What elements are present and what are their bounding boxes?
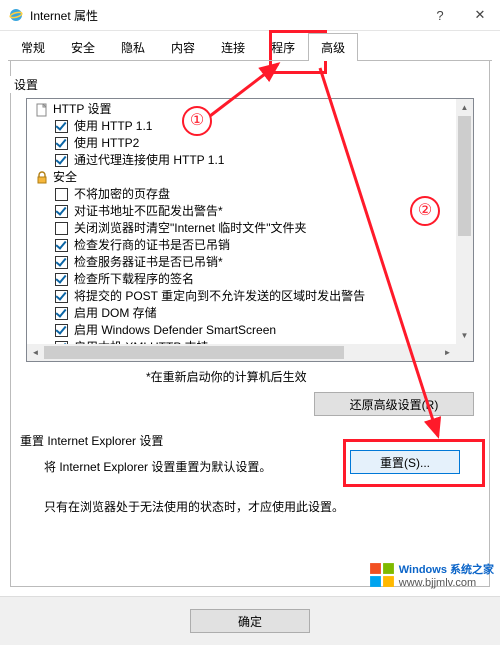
checkbox[interactable] — [55, 205, 68, 218]
page-icon — [35, 103, 49, 117]
window-title: Internet 属性 — [30, 7, 98, 24]
scrollbar-corner — [456, 344, 473, 361]
checkbox[interactable] — [55, 324, 68, 337]
tree-check-item[interactable]: 启用 DOM 存储 — [31, 305, 456, 322]
scroll-up-button[interactable]: ▲ — [456, 99, 473, 116]
vertical-scrollbar[interactable]: ▲ ▼ — [456, 99, 473, 344]
tree-node: HTTP 设置 — [31, 101, 456, 118]
tree-item-label: 对证书地址不匹配发出警告* — [74, 203, 223, 220]
tree-item-label: 启用 DOM 存储 — [74, 305, 157, 322]
tree-item-label: 使用 HTTP2 — [74, 135, 139, 152]
tab-programs[interactable]: 程序 — [258, 33, 308, 61]
close-button[interactable]: ✕ — [460, 0, 500, 30]
tree-item-label: 将提交的 POST 重定向到不允许发送的区域时发出警告 — [74, 288, 365, 305]
tree-check-item[interactable]: 检查服务器证书是否已吊销* — [31, 254, 456, 271]
checkbox[interactable] — [55, 290, 68, 303]
close-icon: ✕ — [475, 7, 486, 23]
tree-check-item[interactable]: 不将加密的页存盘 — [31, 186, 456, 203]
tree-check-item[interactable]: 将提交的 POST 重定向到不允许发送的区域时发出警告 — [31, 288, 456, 305]
checkbox[interactable] — [55, 273, 68, 286]
tree-item-label: 关闭浏览器时清空"Internet 临时文件"文件夹 — [74, 220, 307, 237]
settings-group-label: 设置 — [10, 76, 42, 93]
tree-check-item[interactable]: 启用 Windows Defender SmartScreen — [31, 322, 456, 339]
checkbox[interactable] — [55, 307, 68, 320]
tree-item-label: 使用 HTTP 1.1 — [74, 118, 152, 135]
tree-item-label: HTTP 设置 — [53, 101, 111, 118]
ok-button[interactable]: 确定 — [190, 609, 310, 633]
tab-security[interactable]: 安全 — [58, 33, 108, 61]
tree-check-item[interactable]: 检查所下载程序的签名 — [31, 271, 456, 288]
tree-item-label: 通过代理连接使用 HTTP 1.1 — [74, 152, 224, 169]
tree-item-label: 不将加密的页存盘 — [74, 186, 170, 203]
checkbox[interactable] — [55, 188, 68, 201]
dialog-buttons: 确定 — [0, 596, 500, 645]
tree-item-label: 检查所下载程序的签名 — [74, 271, 194, 288]
watermark-url: www.bjjmlv.com — [399, 577, 476, 589]
tab-advanced[interactable]: 高级 — [308, 33, 358, 61]
watermark: Windows 系统之家 www.bjjmlv.com — [369, 561, 494, 589]
tab-privacy[interactable]: 隐私 — [108, 33, 158, 61]
tree-check-item[interactable]: 检查发行商的证书是否已吊销 — [31, 237, 456, 254]
tab-general[interactable]: 常规 — [8, 33, 58, 61]
tree-item-label: 安全 — [53, 169, 77, 186]
reset-group-label: 重置 Internet Explorer 设置 — [20, 432, 163, 449]
checkbox[interactable] — [55, 239, 68, 252]
titlebar: Internet 属性 ? ✕ — [0, 0, 500, 31]
settings-listbox[interactable]: HTTP 设置使用 HTTP 1.1使用 HTTP2通过代理连接使用 HTTP … — [26, 98, 474, 362]
watermark-title: Windows 系统之家 — [399, 564, 494, 576]
checkbox[interactable] — [55, 120, 68, 133]
restart-note: *在重新启动你的计算机后生效 — [146, 368, 307, 385]
lock-icon — [35, 171, 49, 185]
tree-check-item[interactable]: 关闭浏览器时清空"Internet 临时文件"文件夹 — [31, 220, 456, 237]
tree-check-item[interactable]: 使用 HTTP2 — [31, 135, 456, 152]
tree-check-item[interactable]: 对证书地址不匹配发出警告* — [31, 203, 456, 220]
restore-advanced-button[interactable]: 还原高级设置(R) — [314, 392, 474, 416]
tab-strip: 常规 安全 隐私 内容 连接 程序 高级 — [0, 31, 500, 61]
checkbox[interactable] — [55, 256, 68, 269]
tree-item-label: 检查服务器证书是否已吊销* — [74, 254, 223, 271]
reset-warning: 只有在浏览器处于无法使用的状态时，才应使用此设置。 — [44, 498, 460, 515]
tab-connections[interactable]: 连接 — [208, 33, 258, 61]
tree-item-label: 启用 Windows Defender SmartScreen — [74, 322, 276, 339]
windows-logo-icon — [369, 562, 395, 588]
scroll-right-button[interactable]: ► — [439, 344, 456, 361]
checkbox[interactable] — [55, 137, 68, 150]
scroll-left-button[interactable]: ◄ — [27, 344, 44, 361]
tab-content[interactable]: 内容 — [158, 33, 208, 61]
tree-item-label: 检查发行商的证书是否已吊销 — [74, 237, 230, 254]
scroll-down-button[interactable]: ▼ — [456, 327, 473, 344]
ie-icon — [8, 7, 24, 23]
checkbox[interactable] — [55, 154, 68, 167]
vscroll-thumb[interactable] — [458, 116, 471, 236]
tree-check-item[interactable]: 通过代理连接使用 HTTP 1.1 — [31, 152, 456, 169]
reset-description: 将 Internet Explorer 设置重置为默认设置。 — [44, 458, 271, 475]
checkbox[interactable] — [55, 222, 68, 235]
tree-check-item[interactable]: 使用 HTTP 1.1 — [31, 118, 456, 135]
help-button[interactable]: ? — [420, 0, 460, 30]
reset-button[interactable]: 重置(S)... — [350, 450, 460, 474]
internet-options-window: Internet 属性 ? ✕ 常规 安全 隐私 内容 连接 程序 高级 设置 … — [0, 0, 500, 645]
tree-node: 安全 — [31, 169, 456, 186]
help-icon: ? — [436, 8, 443, 23]
hscroll-thumb[interactable] — [44, 346, 344, 359]
horizontal-scrollbar[interactable]: ◄ ► — [27, 344, 456, 361]
